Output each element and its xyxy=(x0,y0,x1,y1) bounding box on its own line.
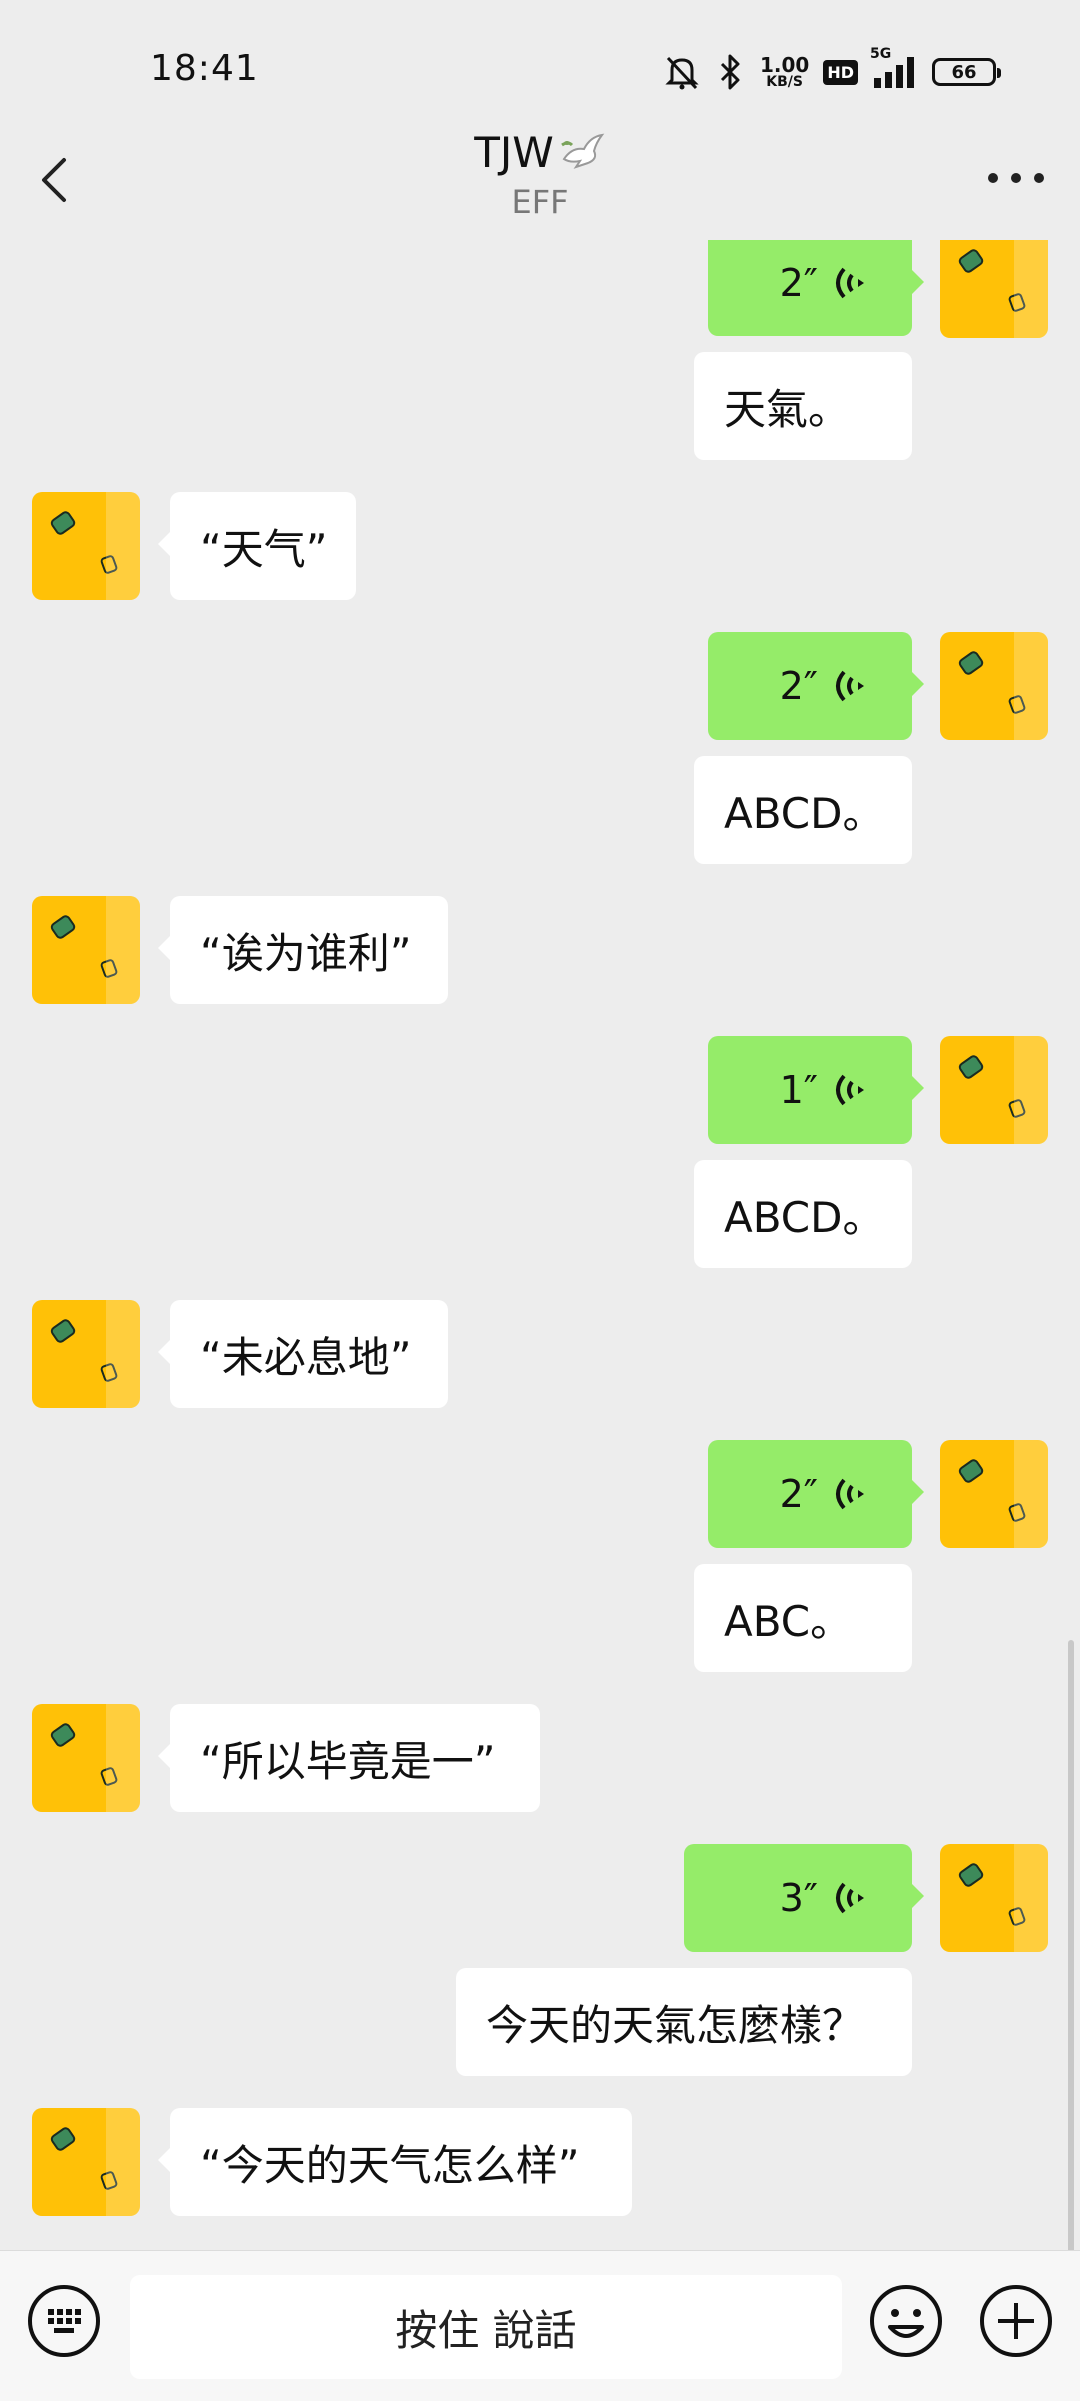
hold-to-talk-button[interactable]: 按住 說話 xyxy=(130,2275,842,2379)
message-text: “今天的天气怎么样” xyxy=(200,2140,580,2190)
my-avatar[interactable] xyxy=(940,240,1048,338)
network-type-label: 5G xyxy=(870,46,892,62)
mute-icon xyxy=(662,52,702,92)
voice-bubble[interactable]: 2″ xyxy=(708,632,924,740)
text-bubble-sent[interactable]: 今天的天氣怎麼樣？ xyxy=(456,1968,912,2076)
hd-badge: HD xyxy=(823,59,858,85)
contact-avatar[interactable] xyxy=(32,1300,140,1408)
text-bubble-received[interactable]: “所以毕竟是一” xyxy=(158,1704,540,1812)
chat-scrollbar[interactable] xyxy=(1068,1640,1074,2250)
dove-icon xyxy=(558,129,606,177)
more-dot-icon xyxy=(988,173,998,183)
network-speed: 1.00 KB/S xyxy=(760,55,809,89)
text-bubble-received[interactable]: “未必息地” xyxy=(158,1300,448,1408)
voice-bubble[interactable]: 1″ xyxy=(708,1036,924,1144)
text-bubble-sent[interactable]: 天氣。 xyxy=(694,352,912,460)
message-text: ABC。 xyxy=(724,1596,853,1646)
voice-wave-icon xyxy=(836,1074,864,1106)
my-avatar[interactable] xyxy=(940,1440,1048,1548)
text-bubble-received[interactable]: “今天的天气怎么样” xyxy=(158,2108,632,2216)
text-bubble-sent[interactable]: ABCD。 xyxy=(694,756,912,864)
emoji-icon xyxy=(870,2285,942,2357)
keyboard-button[interactable] xyxy=(26,2283,102,2359)
status-icons: 1.00 KB/S HD 5G 66 xyxy=(662,46,1001,94)
contact-avatar[interactable] xyxy=(32,2108,140,2216)
more-dot-icon xyxy=(1034,173,1044,183)
more-dot-icon xyxy=(1011,173,1021,183)
message-text: “所以毕竟是一” xyxy=(200,1736,496,1786)
message-text: 今天的天氣怎麼樣？ xyxy=(486,2000,865,2050)
bluetooth-icon xyxy=(716,52,746,92)
voice-wave-icon xyxy=(836,1882,864,1914)
voice-bubble[interactable]: 2″ xyxy=(708,1440,924,1548)
net-speed-unit: KB/S xyxy=(766,74,803,90)
voice-duration: 1″ xyxy=(779,1068,818,1112)
voice-wave-icon xyxy=(836,1478,864,1510)
voice-wave-icon xyxy=(836,267,864,299)
text-bubble-received[interactable]: “天气” xyxy=(158,492,356,600)
my-avatar[interactable] xyxy=(940,632,1048,740)
chat-subtitle: EFF xyxy=(511,183,569,221)
voice-duration: 3″ xyxy=(779,1876,818,1920)
my-avatar[interactable] xyxy=(940,1036,1048,1144)
voice-bubble[interactable]: 3″ xyxy=(684,1844,924,1952)
more-button[interactable] xyxy=(988,166,1044,190)
more-functions-button[interactable] xyxy=(978,2283,1054,2359)
chat-header: TJW EFF xyxy=(0,110,1080,240)
chat-title: TJW xyxy=(474,128,554,177)
signal-icon: 5G xyxy=(870,46,918,90)
text-bubble-received[interactable]: “诶为谁利” xyxy=(158,896,448,1004)
voice-bubble[interactable]: 2″ xyxy=(708,240,924,336)
chat-list[interactable]: 2″ 天氣。 “天气” 2″ ABCD。 “诶为谁利” 1″ ABCD。 “未必… xyxy=(0,240,1080,2250)
net-speed-value: 1.00 xyxy=(759,53,810,77)
title-wrap: TJW EFF xyxy=(0,128,1080,221)
voice-duration: 2″ xyxy=(779,1472,818,1516)
contact-avatar[interactable] xyxy=(32,1704,140,1812)
message-text: “未必息地” xyxy=(200,1332,412,1382)
my-avatar[interactable] xyxy=(940,1844,1048,1952)
contact-avatar[interactable] xyxy=(32,896,140,1004)
voice-wave-icon xyxy=(836,670,864,702)
battery-icon: 66 xyxy=(932,58,1001,86)
input-bar: 按住 說話 xyxy=(0,2250,1080,2401)
message-text: ABCD。 xyxy=(724,1192,885,1242)
message-text: 天氣。 xyxy=(724,384,851,434)
message-text: “诶为谁利” xyxy=(200,928,412,978)
message-text: “天气” xyxy=(200,524,328,574)
voice-duration: 2″ xyxy=(779,664,818,708)
emoji-button[interactable] xyxy=(868,2283,944,2359)
text-bubble-sent[interactable]: ABCD。 xyxy=(694,1160,912,1268)
message-text: ABCD。 xyxy=(724,788,885,838)
plus-icon xyxy=(980,2285,1052,2357)
battery-level: 66 xyxy=(951,61,977,83)
voice-duration: 2″ xyxy=(779,261,818,305)
keyboard-icon xyxy=(28,2285,100,2357)
contact-avatar[interactable] xyxy=(32,492,140,600)
status-time: 18:41 xyxy=(150,48,259,89)
text-bubble-sent[interactable]: ABC。 xyxy=(694,1564,912,1672)
